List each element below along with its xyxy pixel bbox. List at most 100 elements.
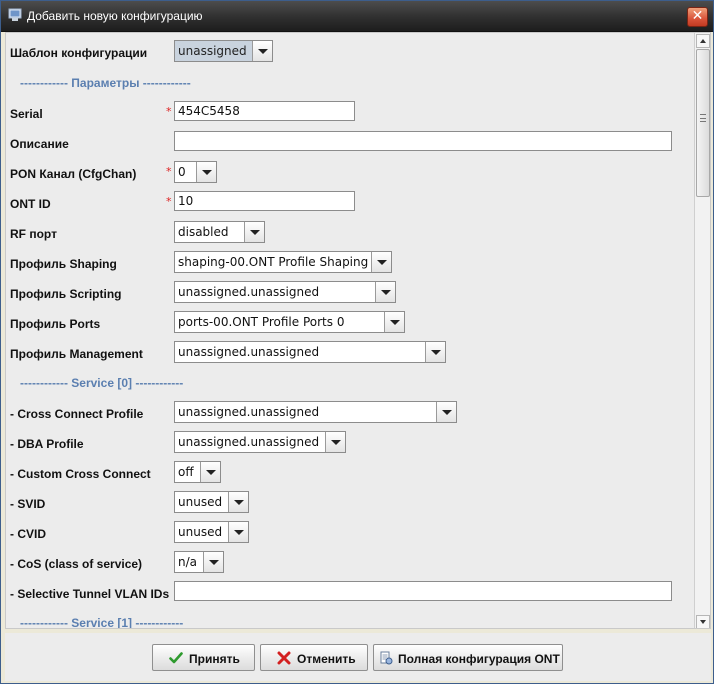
description-input[interactable] — [174, 131, 672, 151]
scroll-up-icon[interactable] — [696, 34, 710, 48]
pon-channel-select[interactable]: 0 — [174, 161, 217, 183]
management-select[interactable]: unassigned.unassigned — [174, 341, 446, 363]
chevron-down-icon[interactable] — [228, 492, 248, 512]
chevron-down-icon[interactable] — [203, 552, 223, 572]
chevron-down-icon[interactable] — [384, 312, 404, 332]
template-select[interactable]: unassigned — [174, 40, 273, 62]
serial-input[interactable]: 454C5458 — [174, 101, 355, 121]
dialog-window: Добавить новую конфигурацию ✕ Шаблон кон… — [0, 0, 714, 684]
ports-label: Профиль Ports — [10, 317, 101, 331]
cvid-label: - CVID — [10, 527, 46, 541]
row-pon-channel: PON Канал (CfgChan) * 0 — [6, 161, 694, 185]
management-label: Профиль Management — [10, 347, 143, 361]
cancel-label: Отменить — [297, 652, 356, 666]
checkmark-icon — [169, 652, 183, 664]
row-shaping: Профиль Shaping shaping-00.ONT Profile S… — [6, 251, 694, 275]
row-svid: - SVID unused — [6, 491, 694, 515]
window-config-icon — [8, 8, 22, 21]
row-template: Шаблон конфигурации unassigned — [6, 40, 694, 64]
full-config-button[interactable]: Полная конфигурация ONT — [373, 644, 563, 671]
scripting-value: unassigned.unassigned — [178, 285, 320, 299]
chevron-down-icon[interactable] — [244, 222, 264, 242]
cross-icon — [277, 651, 291, 665]
row-scripting: Профиль Scripting unassigned.unassigned — [6, 281, 694, 305]
custom-cc-select[interactable]: off — [174, 461, 221, 483]
custom-cc-label: - Custom Cross Connect — [10, 467, 151, 481]
svid-select[interactable]: unused — [174, 491, 249, 513]
chevron-down-icon[interactable] — [196, 162, 216, 182]
cross-connect-label: - Cross Connect Profile — [10, 407, 144, 421]
form-scroll-area[interactable]: Шаблон конфигурации unassigned ---------… — [6, 33, 694, 629]
cvid-value: unused — [178, 525, 223, 539]
serial-label: Serial — [10, 107, 43, 121]
vertical-scrollbar[interactable] — [694, 33, 710, 628]
scroll-down-icon[interactable] — [696, 615, 710, 628]
cancel-button[interactable]: Отменить — [260, 644, 368, 671]
chevron-down-icon[interactable] — [371, 252, 391, 272]
row-ont-id: ONT ID * 10 — [6, 191, 694, 215]
selective-tunnel-input[interactable] — [174, 581, 672, 601]
scroll-thumb[interactable] — [696, 49, 710, 197]
accept-label: Принять — [189, 652, 240, 666]
row-rf-port: RF порт disabled — [6, 221, 694, 245]
shaping-value: shaping-00.ONT Profile Shaping 0 — [178, 255, 380, 269]
svid-label: - SVID — [10, 497, 46, 511]
scripting-label: Профиль Scripting — [10, 287, 122, 301]
row-selective-tunnel: - Selective Tunnel VLAN IDs — [6, 581, 694, 605]
cos-select[interactable]: n/a — [174, 551, 224, 573]
dba-label: - DBA Profile — [10, 437, 84, 451]
document-config-icon — [380, 651, 393, 665]
accept-button[interactable]: Принять — [152, 644, 255, 671]
window-title: Добавить новую конфигурацию — [27, 9, 203, 23]
row-dba: - DBA Profile unassigned.unassigned — [6, 431, 694, 455]
rf-port-label: RF порт — [10, 227, 57, 241]
row-custom-cc: - Custom Cross Connect off — [6, 461, 694, 485]
section-service1-header: ------------ Service [1] ------------ — [20, 616, 184, 629]
chevron-down-icon[interactable] — [436, 402, 456, 422]
selective-tunnel-label: - Selective Tunnel VLAN IDs — [10, 587, 170, 601]
row-cross-connect: - Cross Connect Profile unassigned.unass… — [6, 401, 694, 425]
row-cos: - CoS (class of service) n/a — [6, 551, 694, 575]
close-button[interactable]: ✕ — [687, 7, 708, 27]
chevron-down-icon[interactable] — [252, 41, 272, 61]
ont-id-label: ONT ID — [10, 197, 51, 211]
scripting-select[interactable]: unassigned.unassigned — [174, 281, 396, 303]
dba-select[interactable]: unassigned.unassigned — [174, 431, 346, 453]
shaping-select[interactable]: shaping-00.ONT Profile Shaping 0 — [174, 251, 392, 273]
required-marker: * — [166, 105, 172, 118]
full-config-label: Полная конфигурация ONT — [398, 652, 560, 666]
cross-connect-select[interactable]: unassigned.unassigned — [174, 401, 457, 423]
grip-icon — [700, 114, 706, 122]
dba-value: unassigned.unassigned — [178, 435, 320, 449]
cross-connect-value: unassigned.unassigned — [178, 405, 320, 419]
chevron-down-icon[interactable] — [200, 462, 220, 482]
template-value: unassigned — [178, 44, 247, 58]
required-marker: * — [166, 195, 172, 208]
row-management: Профиль Management unassigned.unassigned — [6, 341, 694, 365]
section-service0-header: ------------ Service [0] ------------ — [20, 376, 184, 390]
section-params-header: ------------ Параметры ------------ — [20, 76, 191, 90]
ont-id-input[interactable]: 10 — [174, 191, 355, 211]
management-value: unassigned.unassigned — [178, 345, 320, 359]
rf-port-select[interactable]: disabled — [174, 221, 265, 243]
pon-channel-label: PON Канал (CfgChan) — [10, 167, 137, 181]
required-marker: * — [166, 165, 172, 178]
row-serial: Serial * 454C5458 — [6, 101, 694, 125]
title-bar[interactable]: Добавить новую конфигурацию ✕ — [1, 1, 713, 32]
custom-cc-value: off — [178, 465, 194, 479]
cos-value: n/a — [178, 555, 198, 569]
rf-port-value: disabled — [178, 225, 229, 239]
button-bar: Принять Отменить Полная конфигурация ONT — [5, 633, 711, 681]
ports-select[interactable]: ports-00.ONT Profile Ports 0 — [174, 311, 405, 333]
description-label: Описание — [10, 137, 69, 151]
row-ports: Профиль Ports ports-00.ONT Profile Ports… — [6, 311, 694, 335]
row-description: Описание — [6, 131, 694, 155]
form-panel: Шаблон конфигурации unassigned ---------… — [5, 32, 711, 629]
cos-label: - CoS (class of service) — [10, 557, 143, 571]
chevron-down-icon[interactable] — [228, 522, 248, 542]
cvid-select[interactable]: unused — [174, 521, 249, 543]
chevron-down-icon[interactable] — [375, 282, 395, 302]
chevron-down-icon[interactable] — [325, 432, 345, 452]
ports-value: ports-00.ONT Profile Ports 0 — [178, 315, 345, 329]
chevron-down-icon[interactable] — [425, 342, 445, 362]
